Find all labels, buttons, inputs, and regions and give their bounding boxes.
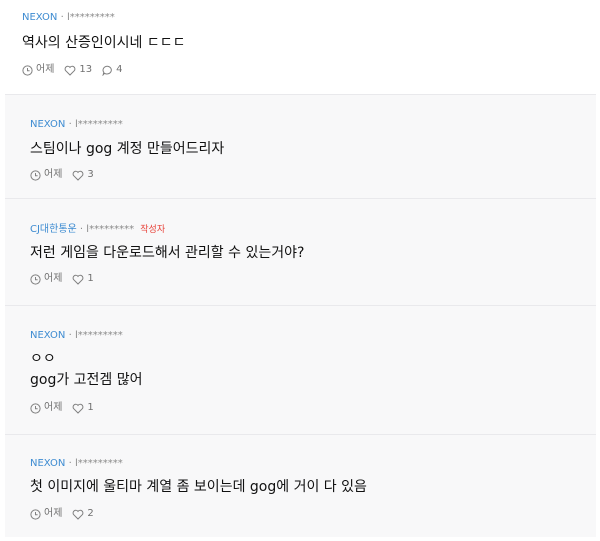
timestamp-text: 어제 [44, 508, 63, 519]
clock-icon [30, 273, 41, 285]
like-button[interactable]: 3 [72, 168, 94, 182]
timestamp-text: 어제 [44, 273, 63, 284]
timestamp: 어제 [30, 507, 62, 521]
reply-meta: CJ대한통운 · l********* 작성자 [30, 223, 165, 237]
reply-meta: NEXON · l********* [30, 118, 123, 132]
speech-bubble-icon [102, 65, 112, 76]
reply-meta: NEXON · l********* [30, 329, 123, 343]
timestamp: 어제 [30, 272, 62, 286]
reply-text: 첫 이미지에 울티마 계열 좀 보이는데 gog에 거이 다 있음 [30, 479, 367, 495]
masked-user-id: l********* [86, 224, 135, 235]
reply-meta: NEXON · l********* [30, 457, 123, 471]
reply-actions: 어제 1 [30, 272, 104, 286]
timestamp-text: 어제 [36, 64, 55, 75]
clock-icon [22, 64, 33, 76]
like-count: 13 [79, 64, 93, 75]
reply-list: NEXON · l********* 스팀이나 gog 계정 만들어드리자 어제 [5, 94, 596, 537]
author-name[interactable]: CJ대한통운 [30, 224, 77, 235]
comment-text: 역사의 산증인이시네 ㄷㄷㄷ [22, 35, 186, 51]
masked-user-id: l********* [74, 330, 123, 341]
reply-count-button[interactable]: 4 [102, 63, 123, 77]
timestamp: 어제 [22, 63, 54, 77]
comment-meta: NEXON · l********* [22, 11, 115, 25]
reply-actions: 어제 2 [30, 507, 104, 521]
masked-user-id: l********* [66, 12, 115, 23]
masked-user-id: l********* [74, 458, 123, 469]
like-count: 1 [87, 273, 94, 284]
reply-actions: 어제 3 [30, 168, 104, 182]
heart-icon [73, 274, 84, 285]
author-badge: 작성자 [140, 225, 166, 235]
reply-text-line: ㅇㅇ [30, 351, 56, 367]
author-name[interactable]: NEXON [22, 12, 57, 23]
like-count: 2 [87, 508, 94, 519]
like-count: 3 [87, 169, 94, 180]
heart-icon [73, 170, 84, 181]
timestamp: 어제 [30, 168, 62, 182]
comment-thread: NEXON · l********* 역사의 산증인이시네 ㄷㄷㄷ 어제 13 [0, 0, 600, 541]
heart-icon [65, 65, 76, 76]
clock-icon [30, 402, 41, 414]
reply-item: CJ대한통운 · l********* 작성자 저런 게임을 다운로드해서 관리… [5, 198, 596, 305]
like-button[interactable]: 1 [72, 401, 94, 415]
author-name[interactable]: NEXON [30, 330, 65, 341]
author-name[interactable]: NEXON [30, 119, 65, 130]
reply-count: 4 [116, 64, 123, 75]
timestamp-text: 어제 [44, 169, 63, 180]
masked-user-id: l********* [74, 119, 123, 130]
comment-actions: 어제 13 4 [22, 63, 133, 77]
heart-icon [73, 509, 84, 520]
like-button[interactable]: 13 [64, 63, 92, 77]
like-count: 1 [87, 402, 94, 413]
timestamp-text: 어제 [44, 402, 63, 413]
meta-separator: · [68, 330, 72, 341]
reply-item: NEXON · l********* 스팀이나 gog 계정 만들어드리자 어제 [5, 94, 596, 198]
reply-actions: 어제 1 [30, 401, 104, 415]
author-name[interactable]: NEXON [30, 458, 65, 469]
clock-icon [30, 169, 41, 181]
reply-text: 저런 게임을 다운로드해서 관리할 수 있는거야? [30, 245, 305, 261]
meta-separator: · [60, 12, 64, 23]
reply-item: NEXON · l********* 첫 이미지에 울티마 계열 좀 보이는데 … [5, 434, 596, 537]
meta-separator: · [79, 224, 84, 235]
timestamp: 어제 [30, 401, 62, 415]
reply-text: 스팀이나 gog 계정 만들어드리자 [30, 141, 225, 157]
meta-separator: · [68, 458, 72, 469]
like-button[interactable]: 1 [72, 272, 94, 286]
meta-separator: · [68, 119, 72, 130]
top-comment: NEXON · l********* 역사의 산증인이시네 ㄷㄷㄷ 어제 13 [0, 0, 600, 90]
like-button[interactable]: 2 [72, 507, 94, 521]
reply-text-line: gog가 고전겜 많어 [30, 372, 143, 388]
reply-item: NEXON · l********* ㅇㅇ gog가 고전겜 많어 어제 1 [5, 305, 596, 434]
heart-icon [73, 403, 84, 414]
clock-icon [30, 508, 41, 520]
